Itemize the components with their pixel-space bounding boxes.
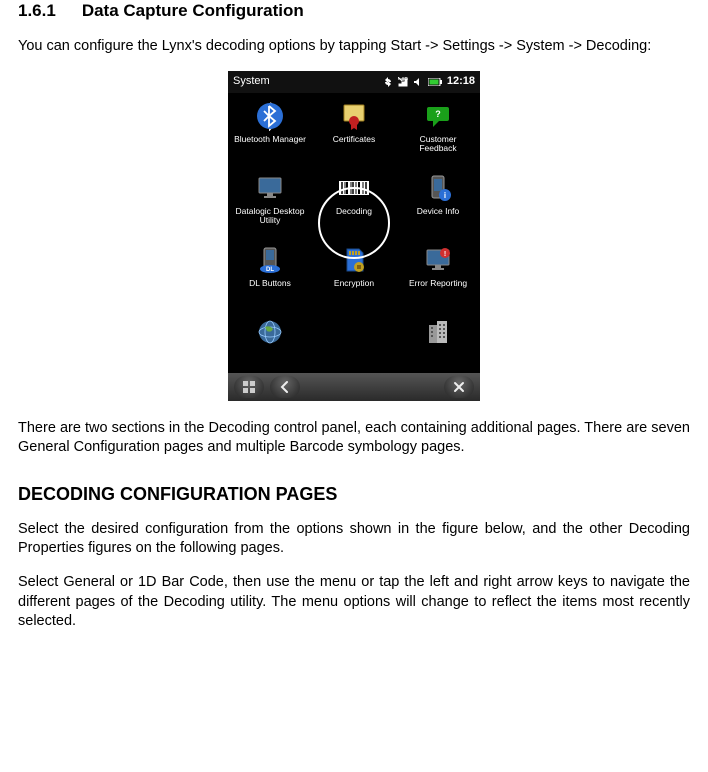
status-title: System (233, 74, 270, 89)
svg-text:DL: DL (266, 267, 274, 273)
blank-icon (337, 315, 371, 349)
app-label: Certificates (333, 135, 376, 144)
globe-icon (253, 315, 287, 349)
status-icons: 12:18 (383, 74, 475, 89)
paragraph-4: Select General or 1D Bar Code, then use … (18, 573, 690, 632)
svg-text:?: ? (435, 109, 441, 119)
dlbuttons-icon: DL (253, 243, 287, 277)
svg-text:!: ! (444, 251, 446, 258)
device-screenshot: System 12:18 Bluetooth Manager Certificat… (228, 71, 480, 401)
close-button[interactable] (444, 376, 474, 398)
building-icon (421, 315, 455, 349)
deviceinfo-icon: i (421, 171, 455, 205)
sync-icon (383, 77, 393, 87)
bluetooth-icon (253, 99, 287, 133)
certificate-icon (337, 99, 371, 133)
app-label: Bluetooth Manager (234, 135, 306, 144)
start-button[interactable] (234, 376, 264, 398)
status-time: 12:18 (447, 74, 475, 89)
status-bar: System 12:18 (228, 71, 480, 93)
app-certificates[interactable]: Certificates (312, 95, 396, 167)
app-decoding[interactable]: Decoding (312, 167, 396, 239)
close-icon (453, 381, 465, 393)
app-label: Customer Feedback (401, 135, 475, 154)
app-datalogic-desktop-utility[interactable]: Datalogic Desktop Utility (228, 167, 312, 239)
app-label: Datalogic Desktop Utility (233, 207, 307, 226)
app-error-reporting[interactable]: ! Error Reporting (396, 239, 480, 311)
error-icon: ! (421, 243, 455, 277)
app-label: Encryption (334, 279, 374, 288)
svg-text:i: i (444, 191, 446, 200)
sdcard-icon (337, 243, 371, 277)
app-grid: Bluetooth Manager Certificates? Customer F… (228, 93, 480, 373)
subheading: DECODING CONFIGURATION PAGES (18, 482, 690, 506)
section-number: 1.6.1 (18, 0, 56, 23)
app-encryption[interactable]: Encryption (312, 239, 396, 311)
display-icon (253, 171, 287, 205)
app-customer-feedback[interactable]: ? Customer Feedback (396, 95, 480, 167)
back-arrow-icon (278, 380, 292, 394)
windows-icon (242, 380, 256, 394)
paragraph-1: You can configure the Lynx's decoding op… (18, 37, 690, 57)
battery-icon (428, 78, 442, 86)
paragraph-3: Select the desired configuration from th… (18, 520, 690, 559)
app-label: Device Info (417, 207, 460, 216)
back-button[interactable] (270, 376, 300, 398)
signal-icon (398, 77, 408, 87)
feedback-icon: ? (421, 99, 455, 133)
app-bluetooth-manager[interactable]: Bluetooth Manager (228, 95, 312, 167)
bottom-bar (228, 373, 480, 401)
app-label: Decoding (336, 207, 372, 216)
app-label: Error Reporting (409, 279, 467, 288)
app-dl-buttons[interactable]: DL DL Buttons (228, 239, 312, 311)
section-heading: 1.6.1 Data Capture Configuration (18, 0, 690, 23)
barcode-icon (337, 171, 371, 205)
app-device-info[interactable]: i Device Info (396, 167, 480, 239)
paragraph-2: There are two sections in the Decoding c… (18, 419, 690, 458)
speaker-icon (413, 77, 423, 87)
app-label: DL Buttons (249, 279, 291, 288)
screenshot-container: System 12:18 Bluetooth Manager Certificat… (228, 71, 480, 401)
section-title: Data Capture Configuration (82, 1, 304, 20)
